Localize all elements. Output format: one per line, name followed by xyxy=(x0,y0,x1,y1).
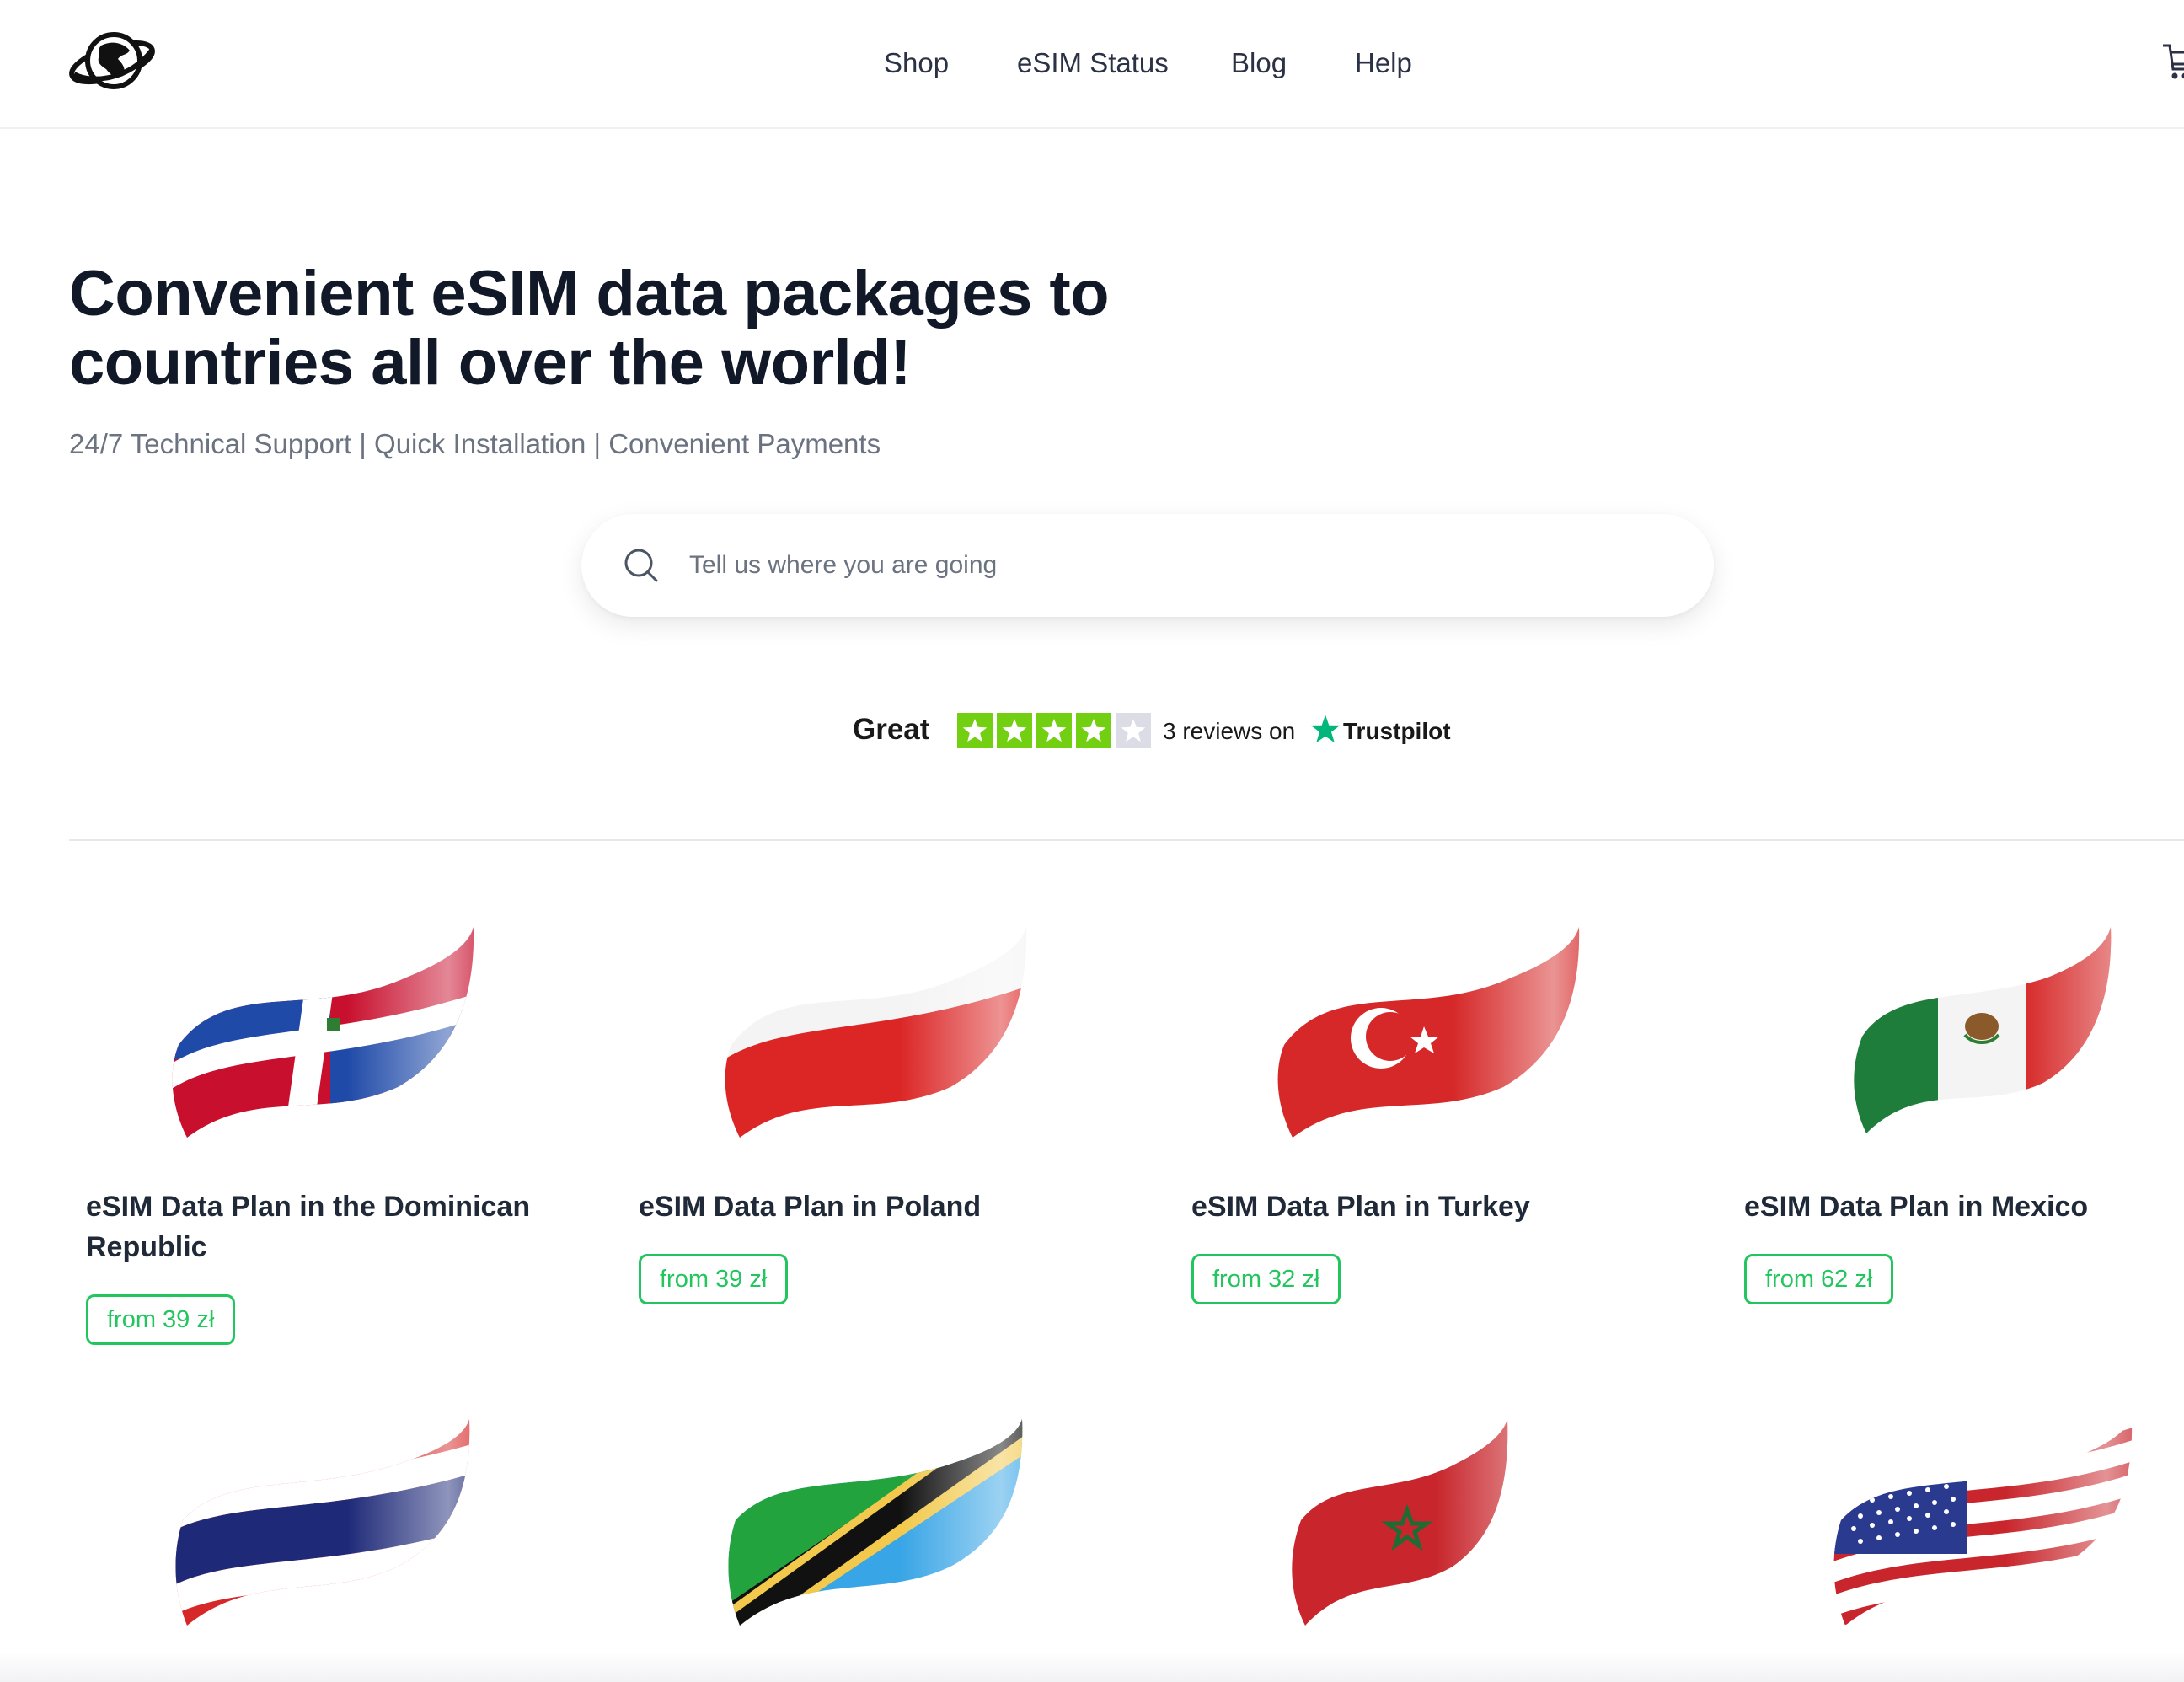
main-nav: Shop eSIM Status Blog Help xyxy=(0,42,2184,84)
usa-star xyxy=(1870,1472,1875,1477)
usa-star xyxy=(1914,1478,1919,1483)
poland-flag-icon xyxy=(725,927,1027,1138)
usa-star xyxy=(1851,1476,1856,1481)
usa-star xyxy=(1944,1459,1949,1464)
tanzania-flag-icon xyxy=(728,1419,1023,1626)
nav-esim-status[interactable]: eSIM Status xyxy=(1017,42,1169,84)
usa-star xyxy=(1851,1501,1856,1506)
trustpilot-rating-text: Great xyxy=(853,713,930,746)
usa-star xyxy=(1951,1471,1956,1476)
plan-card-price[interactable]: from 32 zł xyxy=(1191,1254,1341,1304)
usa-star xyxy=(1925,1462,1930,1467)
plan-card-title: eSIM Data Plan in Turkey xyxy=(1191,1191,1530,1223)
trustpilot-stars xyxy=(957,713,1151,748)
plan-card-mexico[interactable]: eSIM Data Plan in Mexico from 62 zł xyxy=(1727,927,2184,1331)
section-divider xyxy=(69,839,2184,841)
plan-card-price[interactable]: from 62 zł xyxy=(1744,1254,1894,1304)
search-icon xyxy=(624,549,658,582)
plan-card-price[interactable]: from 39 zł xyxy=(86,1294,236,1345)
usa-star xyxy=(1895,1481,1900,1486)
usa-star xyxy=(1876,1485,1882,1490)
dominican-republic-flag-icon xyxy=(172,927,474,1138)
nav-help[interactable]: Help xyxy=(1355,42,1412,84)
plan-card-thailand[interactable] xyxy=(69,1419,575,1672)
site-header: Shop eSIM Status Blog Help xyxy=(0,0,2184,129)
plan-card-turkey[interactable]: eSIM Data Plan in Turkey from 32 zł xyxy=(1175,927,1680,1331)
trustpilot-star-icon xyxy=(1310,715,1341,743)
hero-title: Convenient eSIM data packages to countri… xyxy=(69,258,1110,399)
nav-blog[interactable]: Blog xyxy=(1231,42,1287,84)
plan-card-usa[interactable] xyxy=(1727,1419,2184,1672)
plan-card-tanzania[interactable] xyxy=(622,1419,1127,1672)
thailand-flag-icon xyxy=(175,1419,470,1626)
destination-search[interactable] xyxy=(581,514,1714,617)
page-bottom-fade xyxy=(0,1652,2184,1682)
plan-card-title: eSIM Data Plan in the Dominican Republic xyxy=(86,1191,531,1263)
usa-flag-icon xyxy=(1833,1419,2133,1626)
trustpilot-reviews-count: 3 reviews on xyxy=(1163,718,1296,744)
trustpilot-brand: Trustpilot xyxy=(1343,718,1451,744)
plan-card-dominican-republic[interactable]: eSIM Data Plan in the Dominican Republic… xyxy=(69,927,575,1365)
cart-icon[interactable] xyxy=(2161,40,2184,83)
usa-star xyxy=(1858,1488,1863,1493)
plan-card-title: eSIM Data Plan in Poland xyxy=(639,1191,982,1223)
plan-card-morocco[interactable] xyxy=(1175,1419,1680,1672)
usa-star xyxy=(1932,1475,1937,1480)
turkey-flag-icon xyxy=(1277,927,1580,1138)
search-input[interactable] xyxy=(689,540,1658,591)
usa-star xyxy=(1888,1469,1893,1474)
plan-card-title: eSIM Data Plan in Mexico xyxy=(1744,1191,2089,1223)
hero-subtitle: 24/7 Technical Support | Quick Installat… xyxy=(69,428,881,459)
plan-card-price[interactable]: from 39 zł xyxy=(639,1254,789,1304)
mexico-flag-icon xyxy=(1854,927,2112,1133)
nav-shop[interactable]: Shop xyxy=(884,42,949,84)
usa-star xyxy=(1907,1465,1912,1470)
morocco-flag-icon xyxy=(1292,1419,1508,1626)
plan-card-poland[interactable]: eSIM Data Plan in Poland from 39 zł xyxy=(622,927,1127,1331)
